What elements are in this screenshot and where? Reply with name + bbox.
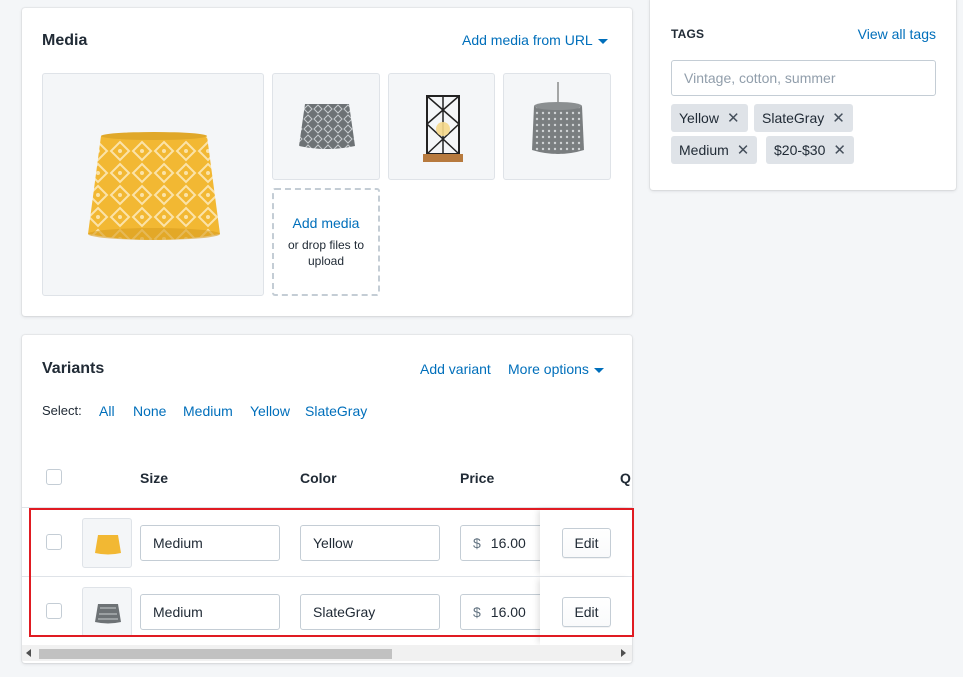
color-input[interactable]: Yellow <box>300 525 440 561</box>
add-media-dropzone[interactable]: Add media or drop files to upload <box>272 188 380 296</box>
select-all[interactable]: All <box>99 403 115 419</box>
select-slategray[interactable]: SlateGray <box>305 403 367 419</box>
size-input[interactable]: Medium <box>140 594 280 630</box>
currency-symbol: $ <box>473 604 481 620</box>
add-variant-button[interactable]: Add variant <box>420 361 491 377</box>
media-card: Media Add media from URL Add media or dr… <box>22 8 632 316</box>
tag-label: SlateGray <box>762 110 825 126</box>
column-header-price: Price <box>460 470 495 486</box>
size-input[interactable]: Medium <box>140 525 280 561</box>
caret-down-icon <box>593 367 604 373</box>
drop-files-hint: or drop files to upload <box>287 238 365 268</box>
add-media-link[interactable]: Add media <box>274 215 378 231</box>
yellow-lampshade-image <box>95 535 121 555</box>
more-options-button[interactable]: More options <box>508 361 604 377</box>
column-header-color: Color <box>300 470 337 486</box>
tag-chip: SlateGray ✕ <box>754 104 853 132</box>
view-all-tags-link[interactable]: View all tags <box>858 26 936 42</box>
column-header-quantity: Q <box>620 470 631 486</box>
remove-tag-icon[interactable]: ✕ <box>737 137 750 165</box>
row-checkbox[interactable] <box>46 603 62 619</box>
variants-card: Variants Add variant More options Select… <box>22 335 632 663</box>
select-label: Select: <box>42 403 82 418</box>
more-options-label: More options <box>508 361 589 377</box>
select-none[interactable]: None <box>133 403 166 419</box>
media-title: Media <box>42 32 88 49</box>
select-yellow[interactable]: Yellow <box>250 403 290 419</box>
tag-chip: $20-$30 ✕ <box>766 136 854 164</box>
scrollbar-thumb[interactable] <box>39 649 392 659</box>
remove-tag-icon[interactable]: ✕ <box>832 105 845 133</box>
yellow-lampshade-image <box>88 132 220 240</box>
tag-chip: Yellow ✕ <box>671 104 748 132</box>
tags-card: TAGS View all tags Vintage, cotton, summ… <box>650 0 956 190</box>
scroll-right-arrow-icon[interactable] <box>621 649 626 657</box>
pendant-lamp-image <box>532 82 584 154</box>
row-checkbox[interactable] <box>46 534 62 550</box>
column-header-size: Size <box>140 470 169 486</box>
add-media-from-url-button[interactable]: Add media from URL <box>462 32 608 48</box>
edit-variant-button[interactable]: Edit <box>562 597 611 627</box>
edit-variant-button[interactable]: Edit <box>562 528 611 558</box>
color-input[interactable]: SlateGray <box>300 594 440 630</box>
variant-thumbnail[interactable] <box>82 587 132 637</box>
media-main-image[interactable] <box>42 73 264 296</box>
horizontal-scrollbar[interactable] <box>22 645 632 661</box>
caret-down-icon <box>597 38 608 44</box>
slategray-lampshade-image <box>299 104 355 149</box>
select-medium[interactable]: Medium <box>183 403 233 419</box>
scroll-left-arrow-icon[interactable] <box>26 649 31 657</box>
media-thumbnail[interactable] <box>272 73 380 180</box>
add-media-from-url-label: Add media from URL <box>462 32 593 48</box>
tag-label: Medium <box>679 142 729 158</box>
currency-symbol: $ <box>473 535 481 551</box>
media-thumbnail[interactable] <box>388 73 495 180</box>
tag-label: $20-$30 <box>774 142 826 158</box>
variants-title: Variants <box>42 360 105 377</box>
tags-title: TAGS <box>671 27 705 41</box>
price-value: 16.00 <box>490 604 526 620</box>
tag-label: Yellow <box>679 110 719 126</box>
remove-tag-icon[interactable]: ✕ <box>727 105 740 133</box>
remove-tag-icon[interactable]: ✕ <box>833 137 846 165</box>
variant-thumbnail[interactable] <box>82 518 132 568</box>
tag-chip: Medium ✕ <box>671 136 758 165</box>
select-all-checkbox[interactable] <box>46 469 62 485</box>
slategray-lampshade-image <box>95 604 121 624</box>
cage-lamp-image <box>423 95 463 162</box>
price-value: 16.00 <box>490 535 526 551</box>
media-thumbnail[interactable] <box>503 73 611 180</box>
tags-input[interactable]: Vintage, cotton, summer <box>671 60 936 96</box>
